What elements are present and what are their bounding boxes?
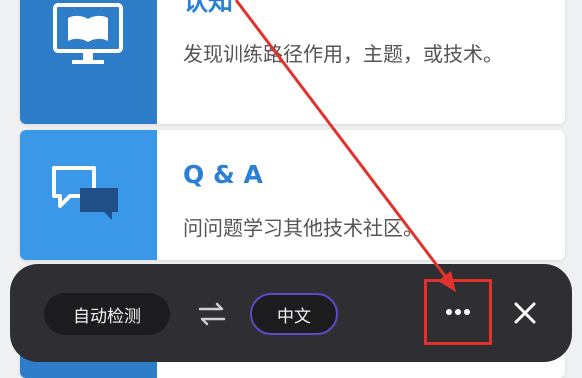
card-qa-description: 问问题学习其他技术社区。 — [183, 216, 423, 240]
translate-toolbar: 自动检测 中文 — [10, 264, 572, 362]
card-learn-title: 认知 — [183, 0, 234, 16]
monitor-book-icon — [53, 3, 123, 64]
more-horizontal-icon[interactable] — [440, 294, 476, 330]
source-language-button[interactable]: 自动检测 — [44, 293, 170, 335]
card-learn-icon-panel — [20, 0, 157, 124]
close-icon[interactable] — [510, 298, 540, 328]
card-qa[interactable]: Q & A 问问题学习其他技术社区。 — [20, 130, 565, 260]
card-qa-title: Q & A — [183, 160, 263, 189]
card-qa-icon-panel — [20, 130, 157, 260]
target-language-button[interactable]: 中文 — [250, 293, 338, 335]
card-learn[interactable]: 认知 发现训练路径作用，主题，或技术。 — [20, 0, 565, 124]
swap-arrows-icon[interactable] — [196, 298, 228, 330]
card-learn-description: 发现训练路径作用，主题，或技术。 — [183, 42, 503, 66]
chat-bubbles-icon — [52, 166, 118, 220]
